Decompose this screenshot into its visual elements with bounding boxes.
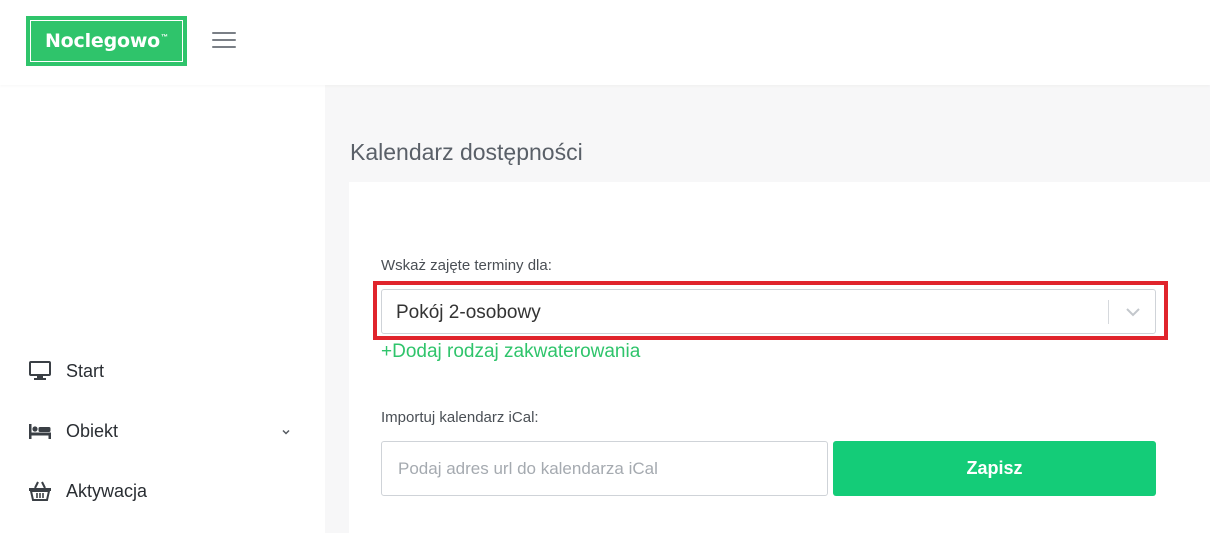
top-bar: Noclegowo ™ — [0, 0, 1210, 85]
sidebar-item-label: Start — [66, 360, 105, 381]
room-type-select-value: Pokój 2-osobowy — [396, 302, 541, 323]
room-type-select[interactable]: Pokój 2-osobowy — [381, 289, 1156, 334]
brand-logo[interactable]: Noclegowo ™ — [26, 16, 187, 66]
ical-url-input[interactable] — [381, 441, 828, 496]
monitor-icon — [28, 360, 52, 382]
sidebar-item-obiekt[interactable]: Obiekt — [28, 416, 298, 446]
ical-import-label: Importuj kalendarz iCal: — [381, 409, 539, 426]
occupied-dates-label: Wskaż zajęte terminy dla: — [381, 257, 552, 274]
sidebar-item-label: Aktywacja — [66, 480, 148, 501]
add-accommodation-link[interactable]: +Dodaj rodzaj zakwaterowania — [381, 341, 640, 363]
page-title: Kalendarz dostępności — [350, 139, 583, 165]
chevron-down-icon — [280, 425, 292, 437]
chevron-down-icon[interactable] — [1125, 305, 1141, 319]
sidebar-item-label: Obiekt — [66, 420, 119, 441]
select-separator — [1108, 300, 1109, 324]
logo-text: Noclegowo — [44, 30, 161, 52]
save-button[interactable]: Zapisz — [833, 441, 1156, 496]
bed-icon — [28, 420, 52, 442]
basket-icon — [28, 480, 52, 502]
sidebar-item-aktywacja[interactable]: Aktywacja — [28, 476, 298, 506]
page-header: Kalendarz dostępności — [325, 85, 1210, 182]
sidebar: Start Obiekt Aktywacja — [0, 85, 325, 533]
logo-trademark: ™ — [161, 33, 169, 41]
hamburger-icon[interactable] — [212, 30, 236, 50]
sidebar-item-start[interactable]: Start — [28, 356, 298, 386]
